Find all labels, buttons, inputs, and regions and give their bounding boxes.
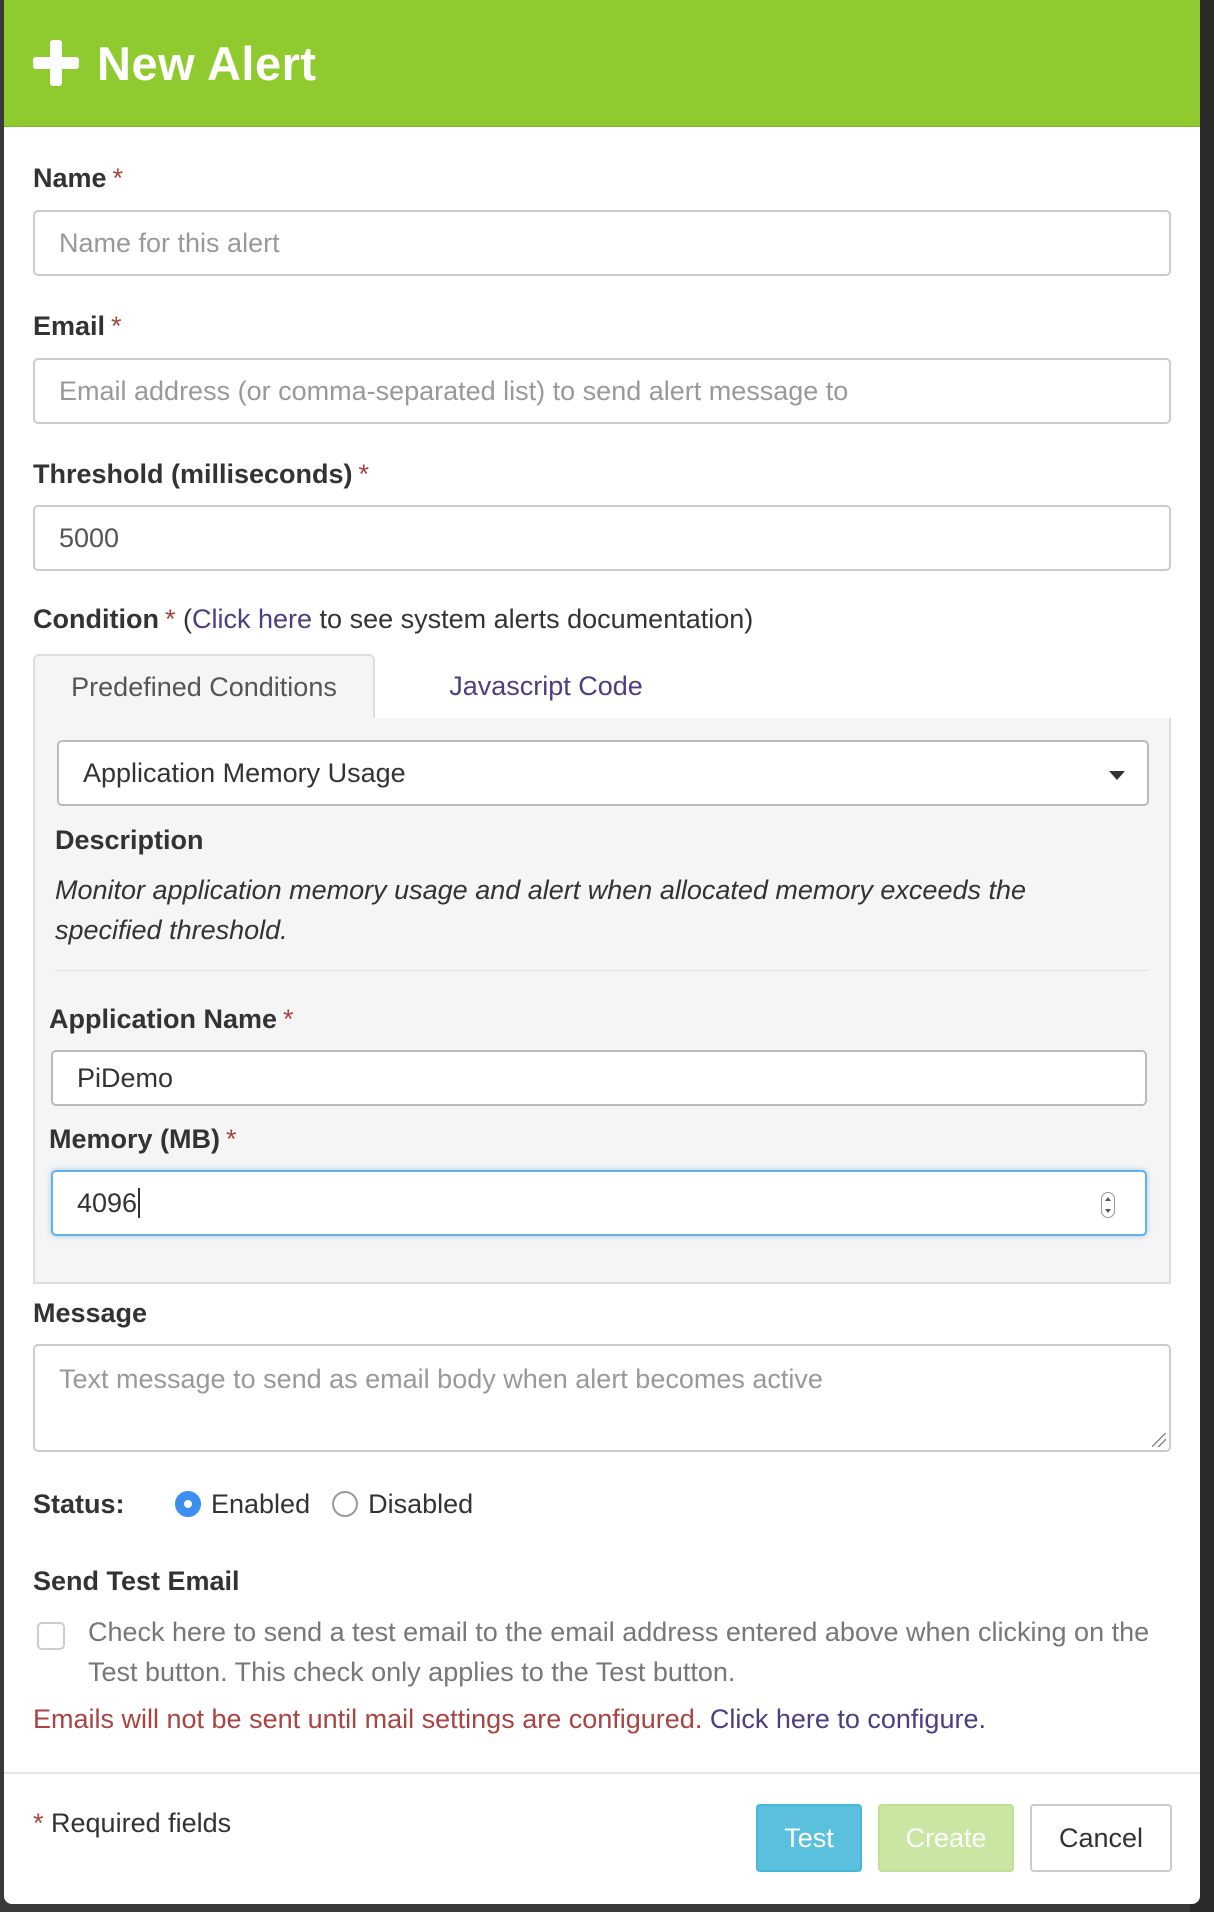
required-fields-note: * Required fields [33,1808,232,1838]
send-test-email-checkbox[interactable] [37,1622,65,1650]
caret-down-icon [1109,771,1125,780]
threshold-input[interactable]: 5000 [33,505,1171,571]
condition-label-line: Condition * (Click here to see system ale… [33,604,754,634]
mail-settings-warning: Emails will not be sent until mail setti… [33,1704,986,1734]
name-input[interactable]: Name for this alert [33,210,1171,276]
status-enabled-label[interactable]: Enabled [211,1489,310,1520]
status-disabled-label[interactable]: Disabled [368,1489,473,1520]
tab-javascript-code[interactable]: Javascript Code [379,654,713,718]
cancel-button[interactable]: Cancel [1030,1804,1172,1872]
configure-mail-link[interactable]: Click here to configure. [710,1704,986,1734]
create-button[interactable]: Create [878,1804,1014,1872]
resize-handle-icon[interactable] [1152,1433,1166,1447]
test-button[interactable]: Test [756,1804,862,1872]
alerts-docs-link[interactable]: Click here [192,604,312,634]
name-label: Name * [33,163,124,193]
memory-label: Memory (MB) * [49,1124,237,1154]
threshold-label: Threshold (milliseconds) * [33,459,370,489]
send-test-email-label: Send Test Email [33,1566,240,1596]
status-enabled-radio[interactable] [175,1491,201,1517]
number-stepper-icon[interactable] [1101,1192,1115,1218]
new-alert-modal: New Alert Name * Name for this alert Emai… [4,0,1200,1904]
divider [55,970,1149,971]
tab-predefined-conditions[interactable]: Predefined Conditions [33,654,375,720]
condition-tabs: Predefined Conditions Javascript Code [33,654,1171,720]
footer-divider [4,1772,1200,1774]
email-input[interactable]: Email address (or comma-separated list) … [33,358,1171,424]
application-name-label: Application Name * [49,1004,294,1034]
send-test-email-text: Check here to send a test email to the e… [88,1617,1150,1687]
predefined-conditions-pane: Application Memory Usage Description Mon… [33,718,1171,1284]
modal-header: New Alert [4,0,1200,127]
description-text: Monitor application memory usage and ale… [55,875,1027,945]
memory-input[interactable]: 4096 [51,1170,1147,1236]
status-row: Status: Enabled Disabled [33,1488,474,1520]
application-name-input[interactable]: PiDemo [51,1050,1147,1106]
status-disabled-radio[interactable] [332,1491,359,1517]
text-cursor [138,1188,141,1218]
message-textarea[interactable]: Text message to send as email body when … [33,1344,1171,1452]
condition-select[interactable]: Application Memory Usage [57,740,1149,806]
message-label: Message [33,1298,148,1328]
email-label: Email * [33,311,122,341]
plus-icon [33,40,79,86]
description-title: Description [55,825,204,855]
modal-title: New Alert [97,36,317,90]
